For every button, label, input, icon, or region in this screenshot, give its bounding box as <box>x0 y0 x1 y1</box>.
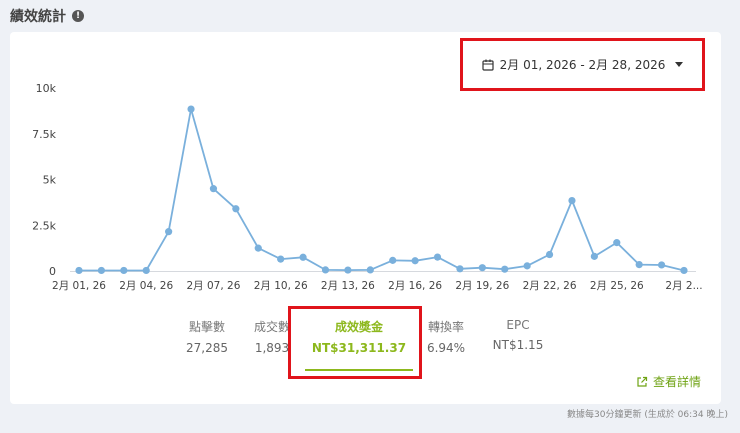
data-point <box>613 239 621 247</box>
data-point <box>680 266 688 275</box>
y-tick-label: 0 <box>49 265 56 278</box>
data-point <box>232 205 240 213</box>
metric-highlight-box <box>288 306 422 379</box>
data-point <box>142 266 150 275</box>
data-point <box>411 257 419 265</box>
metric-conversions[interactable]: 成交數 1,893 <box>254 318 290 355</box>
date-range-picker[interactable]: 2月 01, 2026 - 2月 28, 2026 <box>482 56 684 73</box>
data-point <box>590 252 598 260</box>
data-point <box>321 266 330 274</box>
y-tick-label: 7.5k <box>32 128 56 141</box>
x-tick-label: 2月 22, 26 <box>523 280 577 292</box>
x-tick-label: 2月 25, 26 <box>590 280 644 292</box>
data-point <box>523 262 531 270</box>
data-point <box>433 253 442 261</box>
data-point <box>545 250 554 259</box>
metric-value: 6.94% <box>426 341 466 355</box>
data-point <box>299 253 307 261</box>
data-point <box>277 255 285 263</box>
data-point <box>165 228 173 236</box>
metric-epc[interactable]: EPC NT$1.15 <box>493 318 544 352</box>
data-point <box>187 105 195 113</box>
x-tick-label: 2月 2... <box>665 280 702 292</box>
x-tick-label: 2月 16, 26 <box>388 280 442 292</box>
metric-label: EPC <box>506 318 530 332</box>
x-tick-label: 2月 13, 26 <box>321 280 375 292</box>
y-tick-label: 10k <box>36 82 57 95</box>
external-link-icon <box>637 376 648 387</box>
data-point <box>209 185 218 193</box>
view-details-label: 查看詳情 <box>653 375 702 389</box>
metric-label: 成交數 <box>253 320 291 334</box>
metric-value: 1,893 <box>254 341 290 355</box>
date-range-label: 2月 01, 2026 - 2月 28, 2026 <box>499 58 666 72</box>
y-tick-label: 5k <box>43 174 57 187</box>
data-point <box>501 265 509 273</box>
date-range-highlight: 2月 01, 2026 - 2月 28, 2026 <box>460 38 705 91</box>
metric-clicks[interactable]: 點擊數 27,285 <box>186 318 228 355</box>
data-point <box>657 261 666 269</box>
data-point <box>635 260 643 269</box>
data-point <box>254 244 262 252</box>
update-note: 數據每30分鐘更新 (生成於 06:34 晚上) <box>567 410 728 420</box>
x-tick-label: 2月 01, 26 <box>52 280 106 292</box>
metric-value: NT$1.15 <box>492 338 544 352</box>
data-point <box>75 266 83 275</box>
chevron-down-icon <box>675 62 684 67</box>
metric-label: 點擊數 <box>188 320 225 334</box>
data-point <box>366 266 374 274</box>
data-point <box>120 266 128 275</box>
data-point <box>97 266 106 275</box>
calendar-icon <box>482 59 494 71</box>
metric-value: 27,285 <box>186 341 228 355</box>
data-point <box>456 265 464 273</box>
data-point <box>389 256 397 264</box>
data-point <box>344 266 352 274</box>
data-point <box>568 196 576 205</box>
y-tick-label: 2.5k <box>32 219 56 232</box>
series-line <box>79 108 685 272</box>
view-details-link[interactable]: 查看詳情 <box>636 373 701 390</box>
x-tick-label: 2月 07, 26 <box>186 280 240 292</box>
x-tick-label: 2月 04, 26 <box>119 280 173 292</box>
data-point <box>478 264 486 272</box>
x-tick-label: 2月 19, 26 <box>455 280 509 292</box>
x-tick-label: 2月 10, 26 <box>254 280 308 292</box>
metric-conversion-rate[interactable]: 轉換率 6.94% <box>427 318 465 355</box>
metric-label: 轉換率 <box>427 320 464 334</box>
